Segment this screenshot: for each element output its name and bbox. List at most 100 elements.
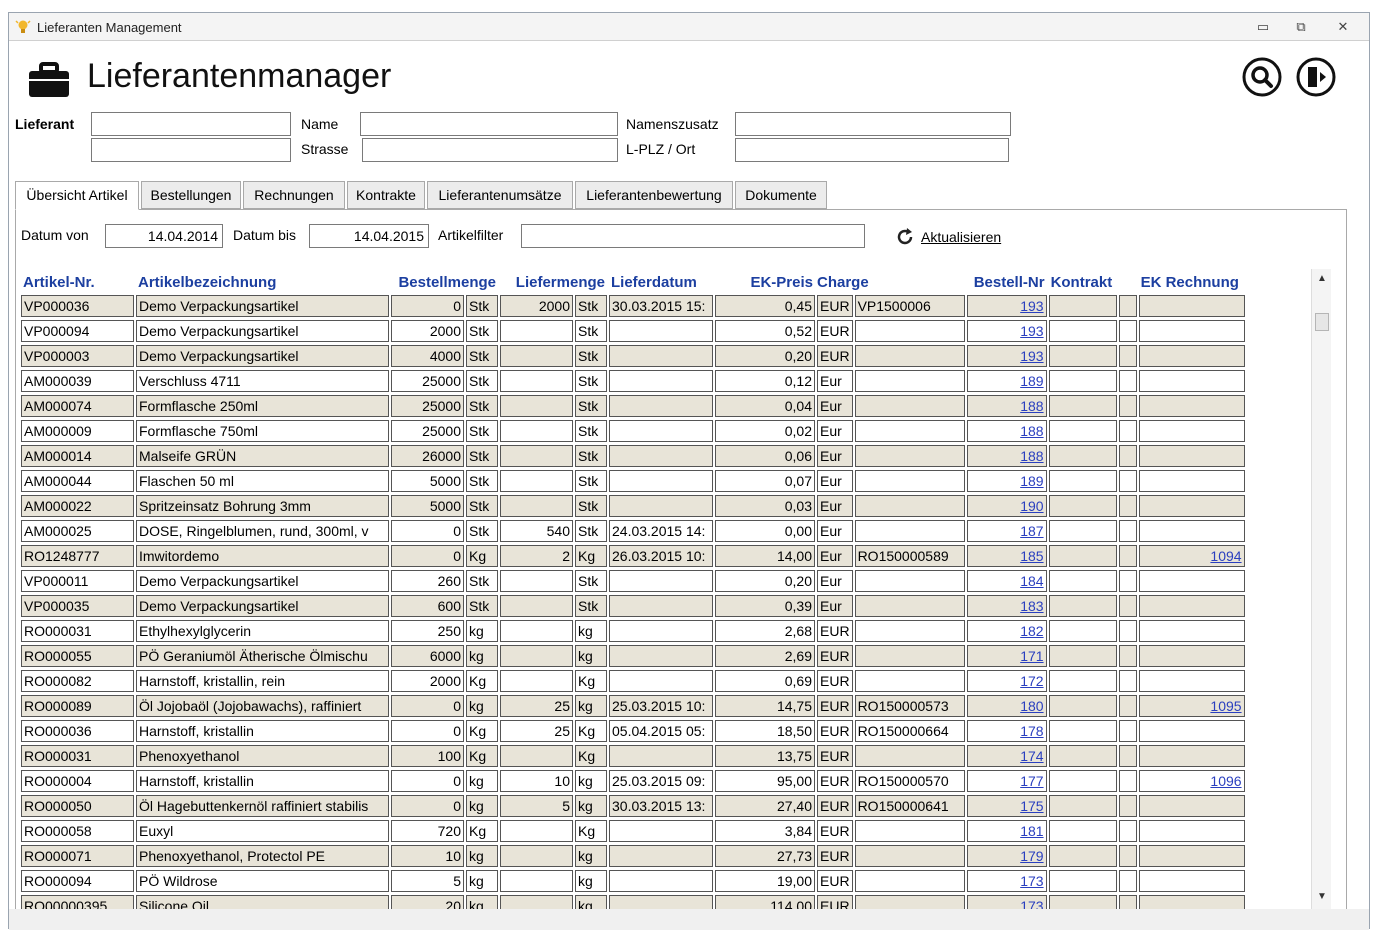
cell-ek-rechnung[interactable]: 1095	[1138, 695, 1245, 717]
maximize-button[interactable]: ⧉	[1289, 17, 1313, 37]
table-row[interactable]: VP000011 Demo Verpackungsartikel 260 Stk Stk…	[21, 570, 1245, 592]
scroll-down-arrow-icon[interactable]: ▼	[1314, 889, 1330, 905]
cell-ek-rechnung[interactable]	[1138, 795, 1245, 817]
cell-bestell-nr[interactable]: 182	[966, 620, 1047, 642]
table-row[interactable]: RO000071 Phenoxyethanol, Protectol PE 10 kg…	[21, 845, 1245, 867]
cell-bestell-nr[interactable]: 193	[966, 345, 1047, 367]
cell-ek-rechnung[interactable]	[1138, 895, 1245, 909]
table-row[interactable]: VP000094 Demo Verpackungsartikel 2000 Stk St…	[21, 320, 1245, 342]
search-icon[interactable]	[1242, 57, 1282, 97]
cell-ek-rechnung[interactable]: 1096	[1138, 770, 1245, 792]
scrollbar-thumb[interactable]	[1315, 313, 1329, 331]
scroll-up-arrow-icon[interactable]: ▲	[1314, 271, 1330, 287]
cell-bestell-nr[interactable]: 188	[966, 445, 1047, 467]
datum-von-input[interactable]	[105, 224, 223, 248]
table-row[interactable]: RO000058 Euxyl 720 Kg Kg 3,84 EUR 181	[21, 820, 1245, 842]
plz-ort-input[interactable]	[735, 138, 1009, 162]
cell-bestell-nr[interactable]: 185	[966, 545, 1047, 567]
col-header-ek-preis[interactable]: EK-Preis	[715, 272, 815, 292]
table-row[interactable]: VP000003 Demo Verpackungsartikel 4000 Stk St…	[21, 345, 1245, 367]
table-row[interactable]: AM000074 Formflasche 250ml 25000 Stk Stk 0,04…	[21, 395, 1245, 417]
cell-ek-rechnung[interactable]	[1138, 420, 1245, 442]
cell-bestell-nr[interactable]: 180	[966, 695, 1047, 717]
exit-icon[interactable]	[1296, 57, 1336, 97]
lieferant-secondary-input[interactable]	[91, 138, 291, 162]
table-row[interactable]: AM000014 Malseife GRÜN 26000 Stk Stk 0,06 Eur 1…	[21, 445, 1245, 467]
close-button[interactable]: ✕	[1331, 17, 1355, 37]
cell-bestell-nr[interactable]: 178	[966, 720, 1047, 742]
cell-ek-rechnung[interactable]	[1138, 570, 1245, 592]
cell-ek-rechnung[interactable]	[1138, 620, 1245, 642]
table-row[interactable]: RO000031 Phenoxyethanol 100 Kg Kg 13,75 EUR 174	[21, 745, 1245, 767]
col-header-artikelbezeichnung[interactable]: Artikelbezeichnung	[136, 272, 389, 292]
minimize-button[interactable]: ▭	[1251, 17, 1275, 37]
refresh-button[interactable]: Aktualisieren	[895, 227, 1001, 247]
cell-ek-rechnung[interactable]	[1138, 745, 1245, 767]
table-row[interactable]: RO00000395 Silicone Oil 20 kg kg 114,00 EUR 173	[21, 895, 1245, 909]
col-header-bestell-nr[interactable]: Bestell-Nr	[967, 272, 1047, 292]
datum-bis-input[interactable]	[309, 224, 429, 248]
cell-bestell-nr[interactable]: 184	[966, 570, 1047, 592]
cell-ek-rechnung[interactable]	[1138, 670, 1245, 692]
cell-ek-rechnung[interactable]	[1138, 595, 1245, 617]
col-header-artikel-nr[interactable]: Artikel-Nr.	[21, 272, 134, 292]
tab-kontrakte[interactable]: Kontrakte	[347, 181, 425, 209]
cell-ek-rechnung[interactable]	[1138, 295, 1245, 317]
name-input[interactable]	[360, 112, 618, 136]
table-row[interactable]: RO000089 Öl Jojobaöl (Jojobawachs), raffi…	[21, 695, 1245, 717]
table-row[interactable]: RO000050 Öl Hagebuttenkernöl raffiniert s…	[21, 795, 1245, 817]
cell-bestell-nr[interactable]: 179	[966, 845, 1047, 867]
namenszusatz-input[interactable]	[735, 112, 1011, 136]
cell-ek-rechnung[interactable]	[1138, 495, 1245, 517]
table-row[interactable]: AM000039 Verschluss 4711 25000 Stk Stk 0,12 Eu…	[21, 370, 1245, 392]
cell-bestell-nr[interactable]: 193	[966, 320, 1047, 342]
cell-ek-rechnung[interactable]	[1138, 820, 1245, 842]
cell-bestell-nr[interactable]: 173	[966, 895, 1047, 909]
col-header-charge[interactable]: Charge	[817, 272, 965, 292]
table-row[interactable]: RO000031 Ethylhexylglycerin 250 kg kg 2,68 EUR…	[21, 620, 1245, 642]
table-row[interactable]: VP000036 Demo Verpackungsartikel 0 Stk 2000 S…	[21, 295, 1245, 317]
tab-lieferantenumsaetze[interactable]: Lieferantenumsätze	[427, 181, 573, 209]
table-row[interactable]: AM000025 DOSE, Ringelblumen, rund, 300ml,…	[21, 520, 1245, 542]
table-row[interactable]: AM000044 Flaschen 50 ml 5000 Stk Stk 0,07 Eur 1…	[21, 470, 1245, 492]
table-row[interactable]: RO1248777 Imwitordemo 0 Kg 2 Kg 26.03.2015 10:…	[21, 545, 1245, 567]
tab-uebersicht-artikel[interactable]: Übersicht Artikel	[15, 181, 139, 210]
table-row[interactable]: RO000055 PÖ Geraniumöl Ätherische Ölmisch…	[21, 645, 1245, 667]
cell-bestell-nr[interactable]: 172	[966, 670, 1047, 692]
cell-ek-rechnung[interactable]	[1138, 845, 1245, 867]
cell-ek-rechnung[interactable]	[1138, 345, 1245, 367]
cell-bestell-nr[interactable]: 188	[966, 395, 1047, 417]
cell-ek-rechnung[interactable]	[1138, 720, 1245, 742]
cell-bestell-nr[interactable]: 181	[966, 820, 1047, 842]
cell-ek-rechnung[interactable]	[1138, 870, 1245, 892]
tab-bestellungen[interactable]: Bestellungen	[141, 181, 241, 209]
cell-ek-rechnung[interactable]	[1138, 395, 1245, 417]
table-row[interactable]: RO000036 Harnstoff, kristallin 0 Kg 25 Kg 05.0…	[21, 720, 1245, 742]
cell-ek-rechnung[interactable]	[1138, 320, 1245, 342]
tab-rechnungen[interactable]: Rechnungen	[243, 181, 345, 209]
table-row[interactable]: VP000035 Demo Verpackungsartikel 600 Stk Stk…	[21, 595, 1245, 617]
cell-bestell-nr[interactable]: 175	[966, 795, 1047, 817]
table-row[interactable]: AM000022 Spritzeinsatz Bohrung 3mm 5000 Stk…	[21, 495, 1245, 517]
cell-bestell-nr[interactable]: 193	[966, 295, 1047, 317]
cell-bestell-nr[interactable]: 177	[966, 770, 1047, 792]
vertical-scrollbar[interactable]: ▲ ▼	[1311, 269, 1331, 909]
cell-bestell-nr[interactable]: 190	[966, 495, 1047, 517]
cell-ek-rechnung[interactable]	[1138, 645, 1245, 667]
table-row[interactable]: AM000009 Formflasche 750ml 25000 Stk Stk 0,02…	[21, 420, 1245, 442]
col-header-lieferdatum[interactable]: Lieferdatum	[609, 272, 713, 292]
cell-bestell-nr[interactable]: 171	[966, 645, 1047, 667]
strasse-input[interactable]	[362, 138, 618, 162]
tab-dokumente[interactable]: Dokumente	[735, 181, 827, 209]
cell-ek-rechnung[interactable]	[1138, 520, 1245, 542]
cell-ek-rechnung[interactable]	[1138, 445, 1245, 467]
cell-bestell-nr[interactable]: 183	[966, 595, 1047, 617]
table-row[interactable]: RO000004 Harnstoff, kristallin 0 kg 10 kg 25.0…	[21, 770, 1245, 792]
table-row[interactable]: RO000094 PÖ Wildrose 5 kg kg 19,00 EUR 173	[21, 870, 1245, 892]
cell-bestell-nr[interactable]: 188	[966, 420, 1047, 442]
cell-ek-rechnung[interactable]	[1138, 470, 1245, 492]
cell-bestell-nr[interactable]: 189	[966, 470, 1047, 492]
col-header-ek-rechnung[interactable]: EK Rechnung	[1139, 272, 1245, 292]
cell-ek-rechnung[interactable]	[1138, 370, 1245, 392]
col-header-liefermenge[interactable]: Liefermenge	[500, 272, 607, 292]
